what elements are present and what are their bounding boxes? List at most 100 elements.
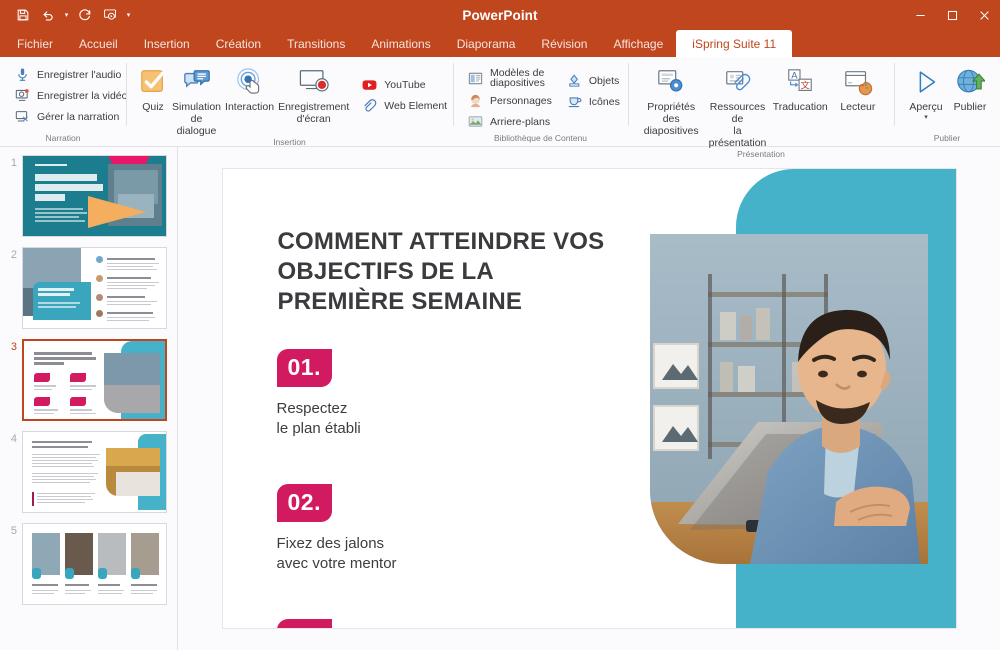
slide-item-badge: 02. — [276, 484, 332, 522]
minimize-button[interactable] — [904, 0, 936, 30]
thumbnail-frame[interactable] — [22, 155, 167, 237]
thumbnail-frame[interactable] — [22, 431, 167, 513]
thumbnail-item-1[interactable]: 1 — [0, 155, 177, 247]
objects-icon — [566, 72, 583, 89]
start-slideshow-icon[interactable] — [99, 5, 121, 25]
quick-access-toolbar: ▾ ▾ — [0, 5, 133, 25]
record-video-button[interactable]: Enregistrer la vidéo — [10, 86, 131, 105]
tab-affichage[interactable]: Affichage — [600, 30, 676, 57]
preview-label: Aperçu — [909, 101, 943, 113]
quiz-label: Quiz — [142, 101, 164, 113]
player-button[interactable]: Lecteur — [830, 63, 886, 113]
tab-diaporama[interactable]: Diaporama — [444, 30, 529, 57]
record-audio-button[interactable]: Enregistrer l'audio — [10, 65, 131, 84]
ribbon-group-narration: Enregistrer l'audio Enregistrer la vidéo — [0, 57, 127, 146]
icons-button[interactable]: Icônes — [562, 92, 624, 111]
undo-dropdown-icon[interactable]: ▾ — [62, 5, 71, 25]
manage-narration-icon — [14, 108, 31, 125]
thumbnail-item-2[interactable]: 2 — [0, 247, 177, 339]
presentation-resources-button[interactable]: Ressources de la présentation — [704, 63, 770, 149]
ribbon-group-content-library: Modèles de diapositives Personnages Arri… — [453, 57, 628, 146]
chevron-down-icon[interactable]: ▾ — [924, 114, 928, 121]
thumbnail-number: 1 — [10, 157, 17, 169]
ribbon-group-insertion: Quiz Simulation de dialogue Interaction … — [126, 57, 453, 147]
undo-icon[interactable] — [37, 5, 59, 25]
ribbon-group-presentation-label: Présentation — [737, 149, 785, 159]
customize-qat-icon[interactable]: ▾ — [124, 5, 133, 25]
slide-item-badge: 03. — [276, 619, 332, 628]
web-element-button[interactable]: Web Element — [357, 96, 451, 115]
translation-button[interactable]: A 文 Traducation — [771, 63, 830, 113]
thumbnail-frame-selected[interactable] — [22, 339, 167, 421]
slide-item-text: Fixez des jalons avec votre mentor — [276, 535, 397, 572]
youtube-button[interactable]: YouTube — [357, 75, 451, 94]
ribbon-tabs: Fichier Accueil Insertion Création Trans… — [0, 30, 1000, 57]
redo-icon[interactable] — [74, 5, 96, 25]
manage-narration-button[interactable]: Gérer la narration — [10, 107, 131, 126]
slide-canvas-pane: COMMENT ATTEINDRE VOS OBJECTIFS DE LA PR… — [178, 147, 1000, 650]
svg-text:A: A — [791, 70, 798, 80]
tab-transitions[interactable]: Transitions — [274, 30, 358, 57]
thumbnail-number: 3 — [10, 341, 17, 353]
interaction-label: Interaction — [225, 101, 275, 113]
web-element-label: Web Element — [384, 99, 448, 112]
tab-revision[interactable]: Révision — [528, 30, 600, 57]
interaction-icon — [235, 66, 265, 98]
ribbon-group-content-library-label: Bibliothèque de Contenu — [493, 133, 588, 143]
backgrounds-label: Arriere-plans — [490, 115, 551, 128]
objects-label: Objets — [588, 74, 620, 87]
window-controls — [904, 0, 1000, 30]
slide-photo[interactable] — [649, 234, 928, 564]
slide-properties-icon — [656, 66, 686, 98]
slide-title[interactable]: COMMENT ATTEINDRE VOS OBJECTIFS DE LA PR… — [278, 227, 618, 317]
slide-properties-label: Propriétés des diapositives — [643, 101, 699, 137]
maximize-button[interactable] — [936, 0, 968, 30]
slide-item-02[interactable]: 02. Fixez des jalons avec votre mentor — [276, 484, 473, 574]
preview-icon — [911, 66, 941, 98]
dialog-simulation-button[interactable]: Simulation de dialogue — [170, 63, 223, 137]
video-record-icon — [14, 87, 31, 104]
slide-item-03[interactable]: 03. Obtenez les ressources — [276, 619, 473, 628]
thumbnail-item-5[interactable]: 5 — [0, 523, 177, 615]
tab-accueil[interactable]: Accueil — [66, 30, 131, 57]
tab-fichier[interactable]: Fichier — [4, 30, 66, 57]
objects-button[interactable]: Objets — [562, 71, 624, 90]
slide-properties-button[interactable]: Propriétés des diapositives — [638, 63, 704, 137]
interaction-button[interactable]: Interaction — [223, 63, 276, 113]
slide-item-text: Respectez le plan établi — [276, 400, 361, 437]
tab-creation[interactable]: Création — [203, 30, 274, 57]
tab-insertion[interactable]: Insertion — [131, 30, 203, 57]
thumbnail-frame[interactable] — [22, 247, 167, 329]
powerpoint-window: ▾ ▾ PowerPoint Fichier Accueil Insertion… — [0, 0, 1000, 650]
app-title: PowerPoint — [462, 7, 538, 23]
player-label: Lecteur — [840, 101, 876, 113]
slide-item-01[interactable]: 01. Respectez le plan établi — [276, 349, 473, 439]
thumbnail-item-3[interactable]: 3 — [0, 339, 177, 431]
title-bar: ▾ ▾ PowerPoint — [0, 0, 1000, 30]
screen-recording-button[interactable]: Enregistrement d'écran — [276, 63, 351, 125]
slide-templates-label: Modèles de diapositives — [490, 67, 545, 89]
tab-ispring-suite[interactable]: iSpring Suite 11 — [676, 30, 793, 57]
save-icon[interactable] — [12, 5, 34, 25]
preview-button[interactable]: Aperçu ▾ — [904, 63, 948, 121]
slide-templates-button[interactable]: Modèles de diapositives — [463, 67, 556, 89]
record-video-label: Enregistrer la vidéo — [37, 89, 128, 102]
slide-canvas[interactable]: COMMENT ATTEINDRE VOS OBJECTIFS DE LA PR… — [221, 168, 957, 629]
ribbon-group-presentation: Propriétés des diapositives Ressources d… — [628, 57, 894, 159]
backgrounds-button[interactable]: Arriere-plans — [463, 112, 556, 131]
translation-label: Traducation — [772, 101, 828, 113]
thumbnail-number: 2 — [10, 249, 17, 261]
characters-icon — [467, 92, 484, 109]
quiz-button[interactable]: Quiz — [136, 63, 170, 113]
publish-button[interactable]: Publier — [948, 63, 992, 113]
icons-label: Icônes — [588, 95, 620, 108]
slide-thumbnail-pane[interactable]: 1 2 3 4 5 — [0, 147, 178, 650]
close-button[interactable] — [968, 0, 1000, 30]
tab-animations[interactable]: Animations — [358, 30, 443, 57]
characters-button[interactable]: Personnages — [463, 91, 556, 110]
web-element-icon — [361, 97, 378, 114]
manage-narration-label: Gérer la narration — [37, 110, 120, 123]
thumbnail-item-4[interactable]: 4 — [0, 431, 177, 523]
thumbnail-frame[interactable] — [22, 523, 167, 605]
work-area: 1 2 3 4 5 COMMENT ATTEINDRE VOS OBJECTIF… — [0, 147, 1000, 650]
